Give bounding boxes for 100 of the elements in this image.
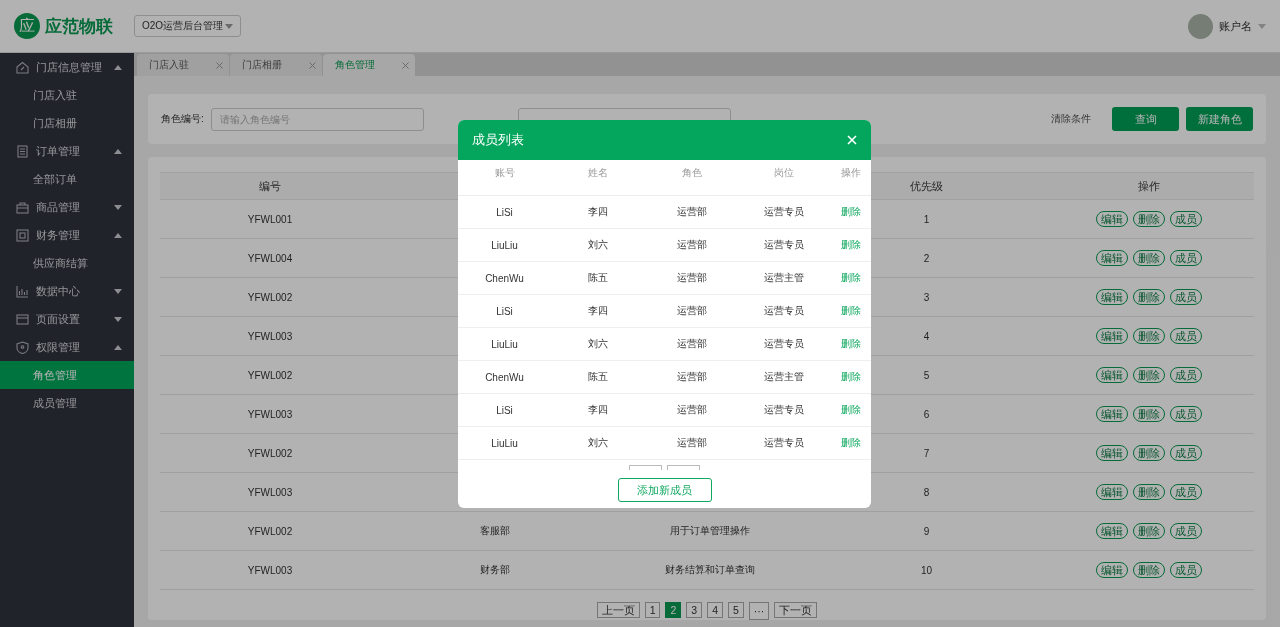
action-button[interactable]: 成员	[1169, 445, 1202, 461]
system-select[interactable]: O2O运营后台管理	[134, 15, 241, 37]
table-cell-text: 陈五	[587, 271, 609, 285]
action-button[interactable]: 编辑	[1095, 250, 1128, 266]
tab[interactable]: 门店相册	[230, 54, 322, 76]
action-button[interactable]: 删除	[1132, 250, 1165, 266]
menu-item[interactable]: 全部订单	[0, 165, 134, 193]
caret-icon[interactable]	[1258, 23, 1266, 29]
menu-group[interactable]: 商品管理	[0, 193, 134, 221]
table-cell: 3	[923, 291, 930, 303]
delete-link[interactable]: 删除	[830, 403, 871, 417]
action-button[interactable]: 编辑	[1095, 211, 1128, 227]
table-cell-text: 运营部	[675, 238, 708, 252]
action-button[interactable]: 成员	[1169, 562, 1202, 578]
delete-link[interactable]: 删除	[830, 370, 871, 384]
action-button[interactable]: 成员	[1169, 328, 1202, 344]
close-icon[interactable]	[309, 61, 316, 69]
action-button[interactable]: 删除	[1132, 523, 1165, 539]
menu-item[interactable]: 供应商结算	[0, 249, 134, 277]
user-name[interactable]: 账户名	[1219, 18, 1252, 34]
table-cell: YFWL003	[247, 330, 293, 342]
action-button[interactable]: 成员	[1169, 367, 1202, 383]
action-button[interactable]: 删除	[1132, 289, 1165, 305]
action-button[interactable]: 编辑	[1095, 523, 1128, 539]
table-cell: YFWL002	[247, 291, 293, 303]
menu-item[interactable]: 门店入驻	[0, 81, 134, 109]
tab[interactable]: 角色管理	[323, 54, 415, 76]
action-button[interactable]: 删除	[1132, 562, 1165, 578]
prev-page-button[interactable]: 上一页	[596, 602, 640, 618]
page-button[interactable]: 1	[644, 602, 661, 618]
tab[interactable]: 门店入驻	[137, 54, 229, 76]
action-button[interactable]: 编辑	[1095, 484, 1128, 500]
column-header: 操作	[839, 165, 862, 180]
table-cell: YFWL003	[247, 564, 293, 576]
menu-item[interactable]: 门店相册	[0, 109, 134, 137]
column-header: 姓名	[587, 165, 609, 180]
menu-group[interactable]: 页面设置	[0, 305, 134, 333]
action-button[interactable]: 删除	[1132, 328, 1165, 344]
menu-item[interactable]: 成员管理	[0, 389, 134, 417]
delete-link[interactable]: 删除	[830, 271, 871, 285]
table-cell-text: ChenWu	[484, 272, 525, 284]
action-button[interactable]: 编辑	[1095, 289, 1128, 305]
tab-label[interactable]: 门店入驻	[149, 58, 189, 72]
table-cell-text: 运营部	[675, 205, 708, 219]
caret-icon	[114, 232, 122, 238]
dialog-title: 成员列表	[472, 131, 524, 149]
column-header: 操作	[1137, 179, 1160, 192]
delete-link[interactable]: 删除	[830, 436, 871, 450]
menu-group[interactable]: 权限管理	[0, 333, 134, 361]
page-button[interactable]: 2	[665, 602, 682, 618]
table-cell-text: ChenWu	[484, 371, 525, 383]
add-member-button[interactable]: 添加新成员	[617, 478, 712, 502]
action-button[interactable]: 成员	[1169, 250, 1202, 266]
action-button[interactable]: 删除	[1132, 367, 1165, 383]
avatar-placeholder[interactable]	[1188, 13, 1213, 39]
delete-link[interactable]: 删除	[830, 304, 871, 318]
bar-chart-icon	[16, 284, 29, 298]
query-button[interactable]: 查询	[1112, 107, 1179, 131]
action-button[interactable]: 删除	[1132, 211, 1165, 227]
table-cell: 5	[923, 369, 930, 381]
delete-link[interactable]: 删除	[830, 205, 871, 219]
action-button[interactable]: 编辑	[1095, 406, 1128, 422]
tab-label[interactable]: 门店相册	[242, 58, 282, 72]
caret-icon	[114, 204, 122, 210]
close-icon[interactable]	[216, 61, 223, 69]
delete-link[interactable]: 删除	[830, 238, 871, 252]
action-button[interactable]: 成员	[1169, 523, 1202, 539]
action-button[interactable]: 删除	[1132, 484, 1165, 500]
menu-item[interactable]: 角色管理	[0, 361, 134, 389]
page-button[interactable]: 5	[728, 602, 744, 618]
menu-group[interactable]: 门店信息管理	[0, 53, 134, 81]
action-button[interactable]: 编辑	[1095, 367, 1128, 383]
action-button[interactable]: 成员	[1169, 211, 1202, 227]
menu-group[interactable]: 数据中心	[0, 277, 134, 305]
page-button[interactable]: 4	[707, 602, 723, 618]
action-button[interactable]: 编辑	[1095, 445, 1128, 461]
action-button[interactable]: 成员	[1169, 406, 1202, 422]
clear-link[interactable]: 清除条件	[1051, 112, 1091, 126]
table-cell-text: 运营部	[675, 271, 708, 285]
field-label: 角色编号:	[161, 112, 204, 126]
next-page-button[interactable]: 下一页	[774, 602, 818, 618]
close-icon[interactable]	[402, 61, 409, 69]
action-button[interactable]: 删除	[1132, 406, 1165, 422]
menu-group[interactable]: 订单管理	[0, 137, 134, 165]
table-cell: YFWL004	[247, 252, 293, 264]
tab-label[interactable]: 角色管理	[335, 58, 375, 72]
table-cell-text: 李四	[587, 304, 609, 318]
action-button[interactable]: 删除	[1132, 445, 1165, 461]
action-button[interactable]: 成员	[1169, 484, 1202, 500]
action-button[interactable]: 编辑	[1095, 328, 1128, 344]
house-icon	[16, 60, 29, 74]
new-role-button[interactable]: 新建角色	[1186, 107, 1253, 131]
column-header: 角色	[680, 165, 703, 180]
action-button[interactable]: 编辑	[1095, 562, 1128, 578]
caret-icon	[114, 288, 122, 294]
menu-group[interactable]: 财务管理	[0, 221, 134, 249]
delete-link[interactable]: 删除	[830, 337, 871, 351]
action-button[interactable]: 成员	[1169, 289, 1202, 305]
table-cell-text: 运营专员	[763, 403, 805, 417]
page-button[interactable]: 3	[686, 602, 703, 618]
